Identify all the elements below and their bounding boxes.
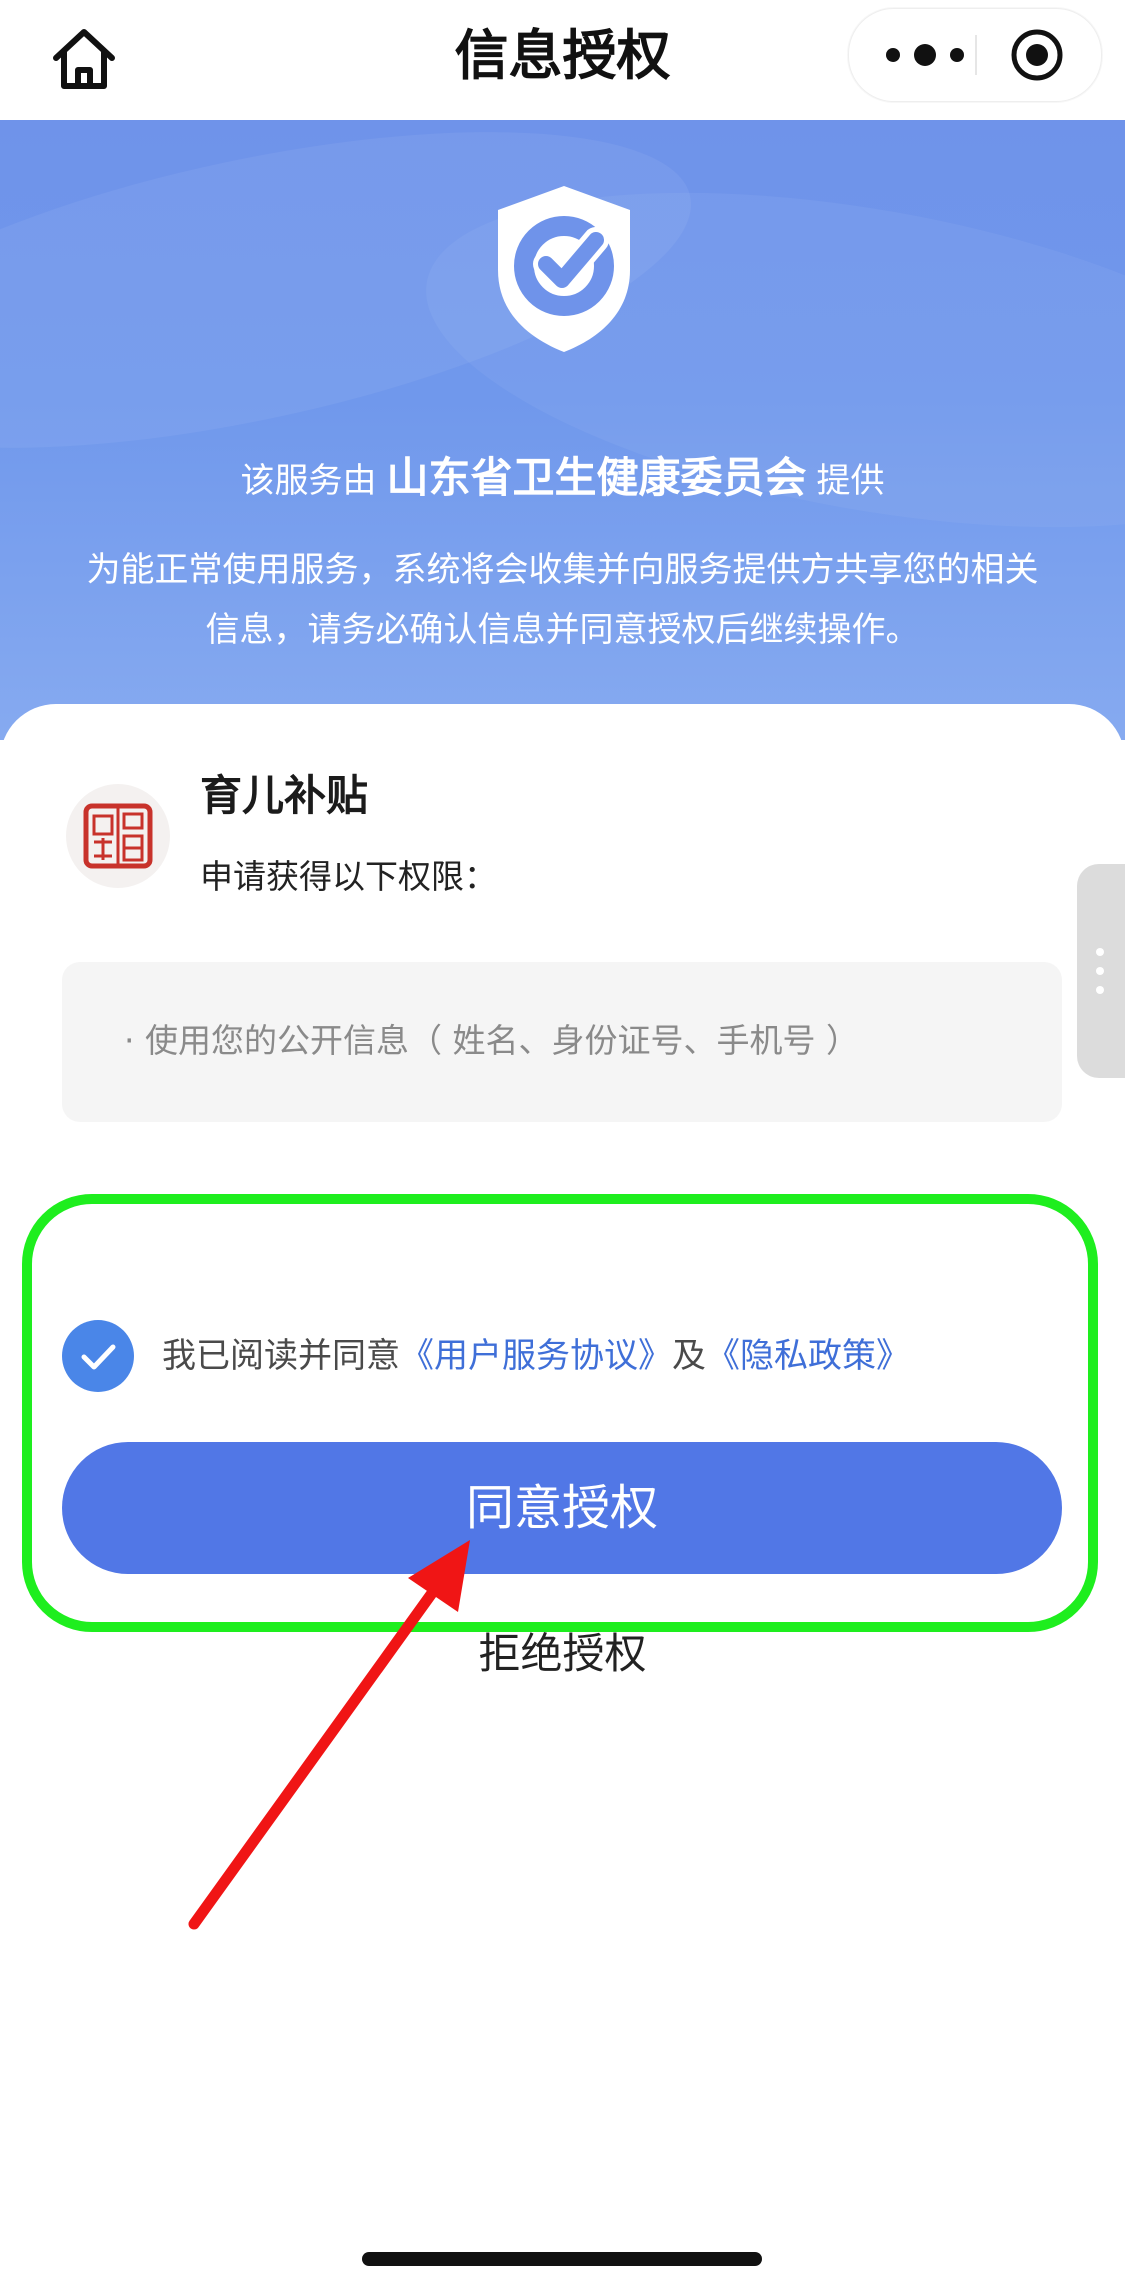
provider-name: 山东省卫生健康委员会 bbox=[386, 453, 807, 502]
reject-authorize-button[interactable]: 拒绝授权 bbox=[0, 1624, 1125, 1684]
home-indicator bbox=[362, 2252, 762, 2266]
top-navbar: 信息授权 bbox=[0, 0, 1125, 120]
mini-program-capsule bbox=[848, 8, 1102, 102]
target-close-icon[interactable] bbox=[1009, 27, 1065, 83]
agreement-text: 我已阅读并同意《用户服务协议》及《隐私政策》 bbox=[162, 1330, 910, 1382]
permission-request-label: 申请获得以下权限： bbox=[200, 857, 497, 896]
agreement-and: 及 bbox=[672, 1336, 706, 1376]
agreement-checkbox[interactable] bbox=[62, 1320, 134, 1392]
permission-item: · 使用您的公开信息（ 姓名、身份证号、手机号 ） bbox=[124, 1021, 859, 1060]
side-drawer-handle[interactable] bbox=[1077, 864, 1125, 1078]
vertical-dots-icon bbox=[1096, 948, 1104, 994]
agreement-prefix: 我已阅读并同意 bbox=[162, 1336, 400, 1376]
privacy-policy-link[interactable]: 《隐私政策》 bbox=[706, 1336, 910, 1376]
permission-list: · 使用您的公开信息（ 姓名、身份证号、手机号 ） bbox=[62, 962, 1062, 1122]
checkmark-icon bbox=[81, 1344, 116, 1370]
agreement-row: 我已阅读并同意《用户服务协议》及《隐私政策》 bbox=[62, 1320, 1062, 1392]
more-dots-icon[interactable] bbox=[879, 31, 971, 79]
authorization-card: 育儿补贴 申请获得以下权限： · 使用您的公开信息（ 姓名、身份证号、手机号 ）… bbox=[0, 704, 1125, 2292]
authorization-hero: 该服务由 山东省卫生健康委员会 提供 为能正常使用服务，系统将会收集并向服务提供方共… bbox=[0, 120, 1125, 740]
authorization-notice: 为能正常使用服务，系统将会收集并向服务提供方共享您的相关信息，请务必确认信息并同… bbox=[86, 550, 1039, 650]
provider-suffix: 提供 bbox=[816, 461, 885, 501]
red-seal-logo bbox=[66, 784, 170, 888]
shield-check-icon bbox=[484, 178, 644, 358]
provider-line: 该服务由 山东省卫生健康委员会 提供 bbox=[0, 450, 1125, 509]
provider-prefix: 该服务由 bbox=[240, 461, 377, 501]
app-name: 育儿补贴 bbox=[200, 771, 369, 820]
agree-authorize-button[interactable]: 同意授权 bbox=[62, 1442, 1062, 1574]
user-agreement-link[interactable]: 《用户服务协议》 bbox=[400, 1336, 672, 1376]
capsule-divider bbox=[975, 35, 977, 75]
